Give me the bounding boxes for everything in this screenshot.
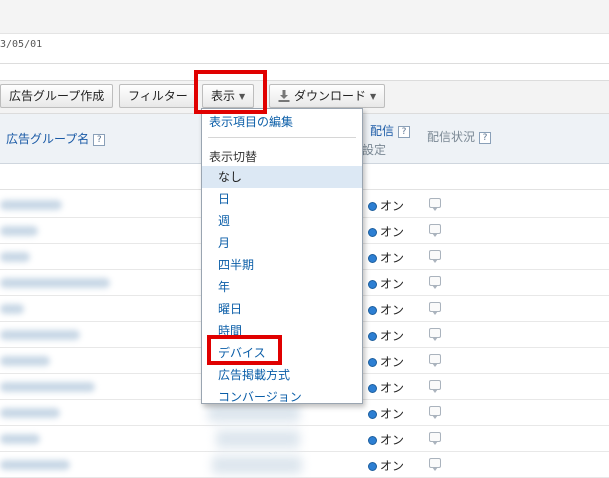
comment-icon[interactable] — [429, 224, 441, 237]
delivery-status-label: オン — [380, 381, 405, 395]
delivery-status-label: オン — [380, 251, 405, 265]
delivery-status-toggle[interactable]: オン — [368, 379, 404, 396]
radio-on-icon — [368, 384, 377, 393]
filter-button[interactable]: フィルター — [119, 84, 197, 108]
delivery-status-toggle[interactable]: オン — [368, 405, 404, 422]
redacted-ad-group-name — [0, 460, 70, 470]
menu-option[interactable]: 曜日 — [202, 298, 362, 320]
radio-on-icon — [368, 228, 377, 237]
comment-icon[interactable] — [429, 406, 441, 419]
radio-on-icon — [368, 332, 377, 341]
chevron-down-icon: ▼ — [370, 91, 377, 101]
top-band — [0, 0, 609, 34]
column-header-ad-group-label: 広告グループ名 — [6, 132, 90, 146]
menu-option[interactable]: 年 — [202, 276, 362, 298]
delivery-status-label: オン — [380, 277, 405, 291]
highlight-device-option — [207, 335, 282, 365]
column-header-delivery-status-label: 配信状況 — [427, 130, 476, 144]
help-icon[interactable]: ? — [479, 132, 492, 144]
download-button[interactable]: ダウンロード ▼ — [269, 84, 386, 108]
delivery-status-toggle[interactable]: オン — [368, 223, 404, 240]
comment-icon[interactable] — [429, 354, 441, 367]
delivery-status-toggle[interactable]: オン — [368, 431, 404, 448]
delivery-status-label: オン — [380, 199, 405, 213]
menu-option[interactable]: 広告掲載方式 — [202, 364, 362, 386]
delivery-status-toggle[interactable]: オン — [368, 197, 404, 214]
help-icon[interactable]: ? — [93, 134, 106, 146]
highlight-display-button — [194, 70, 267, 114]
download-label: ダウンロード — [294, 89, 367, 103]
help-icon[interactable]: ? — [398, 126, 411, 138]
ad-group-create-button[interactable]: 広告グループ作成 — [0, 84, 114, 108]
menu-option[interactable]: 日 — [202, 188, 362, 210]
table-row: オン — [0, 452, 609, 478]
redacted-cell — [216, 430, 300, 448]
delivery-status-toggle[interactable]: オン — [368, 353, 404, 370]
menu-item-edit-display-items[interactable]: 表示項目の編集 — [209, 113, 293, 130]
comment-icon[interactable] — [429, 328, 441, 341]
menu-option[interactable]: 月 — [202, 232, 362, 254]
menu-option[interactable]: 週 — [202, 210, 362, 232]
filter-label: フィルター — [128, 89, 188, 103]
menu-option[interactable]: コンバージョン — [202, 386, 362, 408]
table-row: オン — [0, 426, 609, 452]
comment-icon[interactable] — [429, 276, 441, 289]
comment-icon[interactable] — [429, 458, 441, 471]
menu-divider — [208, 137, 356, 138]
radio-on-icon — [368, 254, 377, 263]
delivery-status-toggle[interactable]: オン — [368, 327, 404, 344]
radio-on-icon — [368, 358, 377, 367]
radio-on-icon — [368, 462, 377, 471]
redacted-ad-group-name — [0, 382, 95, 392]
delivery-status-label: オン — [380, 459, 405, 473]
radio-on-icon — [368, 202, 377, 211]
comment-icon[interactable] — [429, 250, 441, 263]
delivery-status-label: オン — [380, 355, 405, 369]
radio-on-icon — [368, 280, 377, 289]
delivery-status-label: オン — [380, 433, 405, 447]
redacted-cell — [212, 456, 302, 474]
delivery-status-toggle[interactable]: オン — [368, 275, 404, 292]
date-range-text: 3/05/01 — [0, 39, 43, 50]
radio-on-icon — [368, 306, 377, 315]
menu-option[interactable]: 四半期 — [202, 254, 362, 276]
download-icon — [278, 90, 290, 102]
delivery-status-label: オン — [380, 407, 405, 421]
column-header-delivery[interactable]: 配信? — [370, 122, 411, 139]
comment-icon[interactable] — [429, 432, 441, 445]
radio-on-icon — [368, 410, 377, 419]
comment-icon[interactable] — [429, 198, 441, 211]
column-header-delivery-setting: 設定 — [362, 143, 387, 157]
menu-section-display-switch: 表示切替 — [209, 150, 258, 164]
redacted-ad-group-name — [0, 278, 110, 288]
delivery-status-label: オン — [380, 225, 405, 239]
radio-on-icon — [368, 436, 377, 445]
column-header-delivery-label: 配信 — [370, 124, 395, 138]
redacted-ad-group-name — [0, 330, 80, 340]
redacted-ad-group-name — [0, 434, 40, 444]
redacted-ad-group-name — [0, 304, 24, 314]
redacted-ad-group-name — [0, 200, 62, 210]
comment-icon[interactable] — [429, 380, 441, 393]
delivery-status-label: オン — [380, 329, 405, 343]
column-header-delivery-status[interactable]: 配信状況? — [427, 128, 492, 145]
column-header-ad-group[interactable]: 広告グループ名? — [6, 130, 106, 147]
redacted-ad-group-name — [0, 226, 38, 236]
date-range-row: 3/05/01 — [0, 34, 609, 64]
redacted-ad-group-name — [0, 408, 60, 418]
delivery-status-toggle[interactable]: オン — [368, 249, 404, 266]
menu-option[interactable]: なし — [202, 166, 362, 188]
comment-icon[interactable] — [429, 302, 441, 315]
redacted-ad-group-name — [0, 356, 50, 366]
delivery-status-toggle[interactable]: オン — [368, 301, 404, 318]
ad-group-create-label: 広告グループ作成 — [9, 89, 105, 103]
delivery-status-label: オン — [380, 303, 405, 317]
redacted-ad-group-name — [0, 252, 30, 262]
